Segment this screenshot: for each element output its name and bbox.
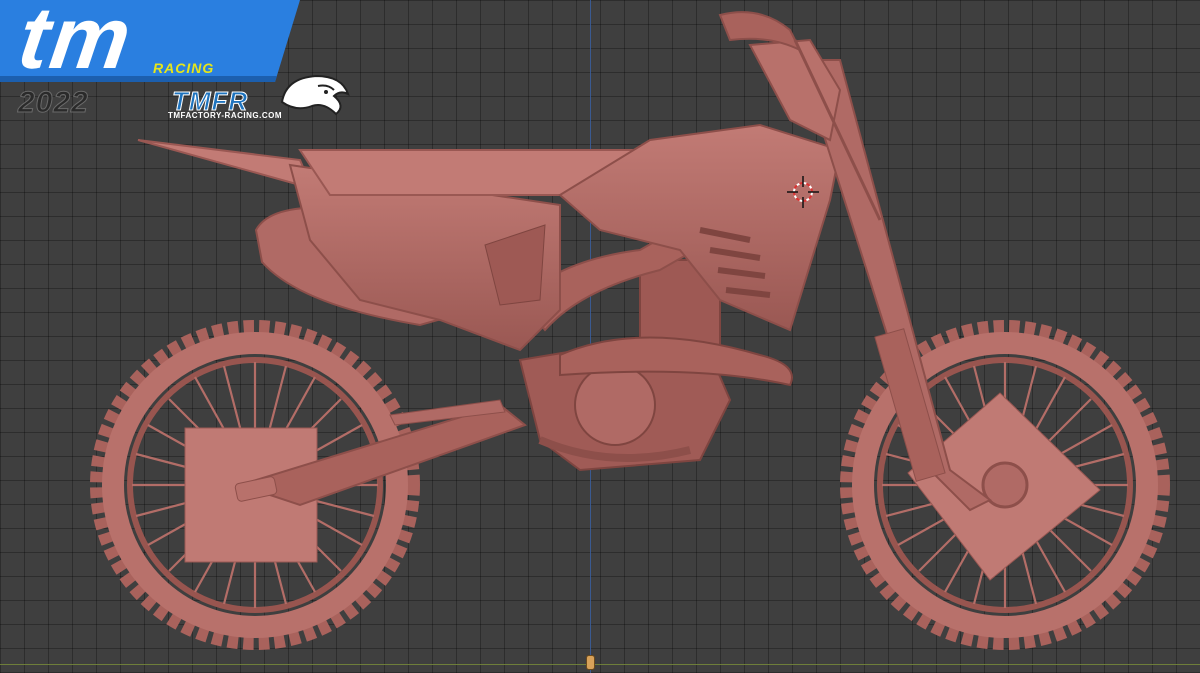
front-number-plate: [748, 38, 842, 142]
3d-viewport[interactable]: tm RACING 2022 TMFR TMFACTORY-RACING.COM: [0, 0, 1200, 673]
tm-logo: tm: [13, 0, 139, 87]
panther-logo-icon: [280, 74, 350, 116]
year-label: 2022: [18, 86, 89, 120]
origin-marker-icon[interactable]: [586, 655, 595, 670]
team-site-label: TMFACTORY-RACING.COM: [168, 111, 282, 120]
racing-label: RACING: [153, 60, 215, 76]
